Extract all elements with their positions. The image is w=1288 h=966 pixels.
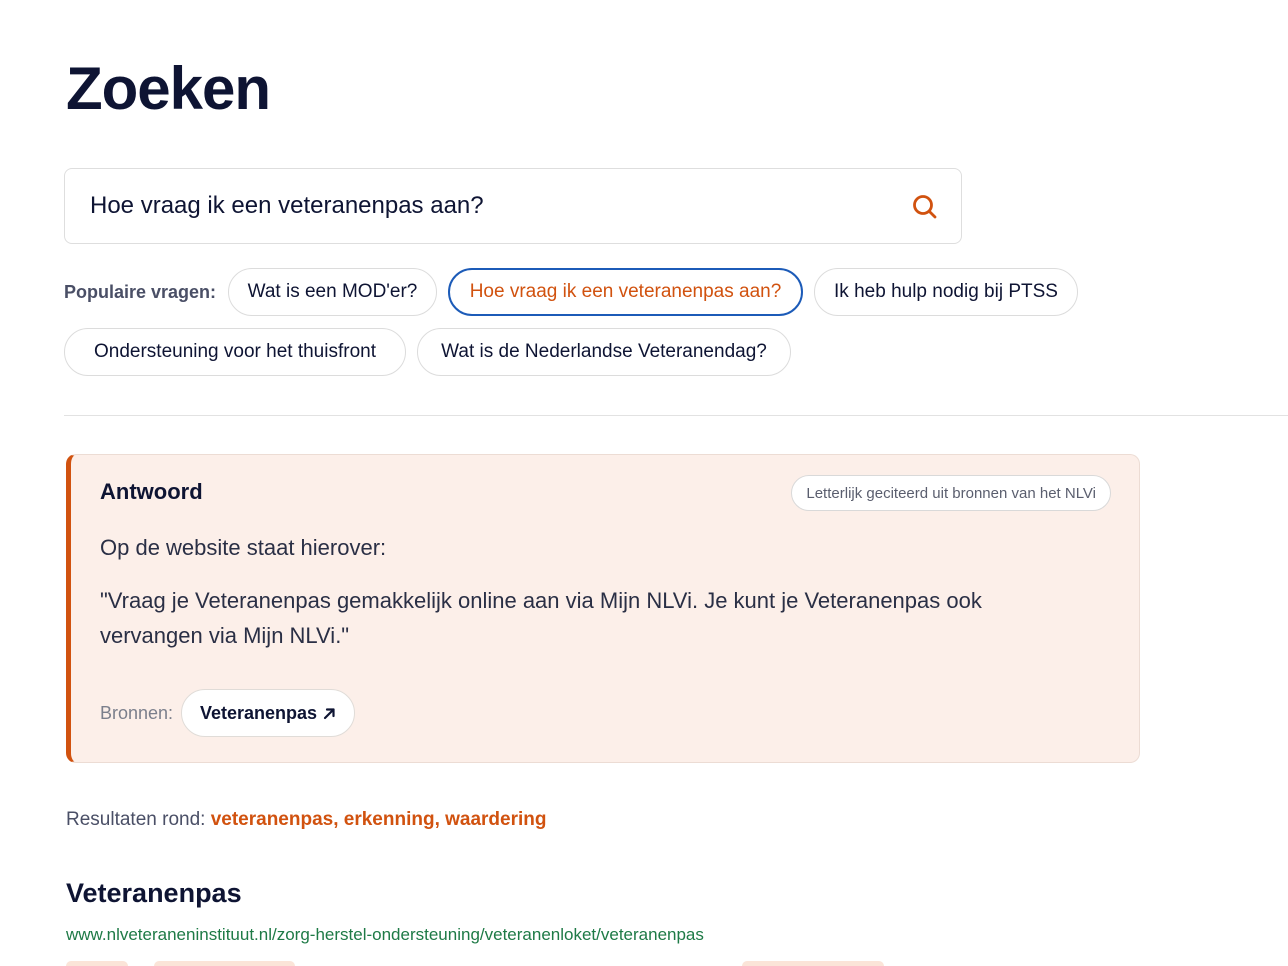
popular-question-chip[interactable]: Ondersteuning voor het thuisfront (64, 328, 406, 376)
popular-question-chip-active[interactable]: Hoe vraag ik een veteranenpas aan? (448, 268, 803, 316)
search-box (64, 168, 962, 244)
result-url[interactable]: www.nlveteraneninstituut.nl/zorg-herstel… (66, 925, 704, 945)
external-arrow-icon (323, 707, 335, 719)
popular-questions-label: Populaire vragen: (64, 282, 217, 302)
quote-source-badge: Letterlijk geciteerd uit bronnen van het… (791, 475, 1111, 511)
section-divider (64, 415, 1288, 416)
answer-card: Antwoord Letterlijk geciteerd uit bronne… (66, 454, 1140, 763)
result-tag (742, 961, 884, 966)
answer-intro: Op de website staat hierover: (100, 535, 387, 560)
answer-title: Antwoord (100, 479, 203, 504)
search-input[interactable] (90, 169, 870, 243)
search-page: Zoeken Populaire vragen: Wat is een MOD'… (0, 0, 1288, 966)
search-button[interactable] (909, 191, 941, 223)
source-link-label: Veteranenpas (200, 702, 318, 723)
search-icon (913, 195, 937, 219)
sources-label: Bronnen: (100, 703, 174, 723)
popular-question-chip[interactable]: Wat is een MOD'er? (228, 268, 437, 316)
result-tag (154, 961, 295, 966)
source-link-veteranenpas[interactable]: Veteranenpas (181, 689, 356, 737)
results-about: Resultaten rond: veteranenpas, erkenning… (66, 809, 547, 831)
page-title: Zoeken (66, 55, 271, 122)
results-about-label: Resultaten rond: (66, 809, 206, 830)
popular-question-chip[interactable]: Ik heb hulp nodig bij PTSS (814, 268, 1078, 316)
results-keywords: veteranenpas, erkenning, waardering (210, 809, 547, 830)
result-tag (66, 961, 128, 966)
result-title[interactable]: Veteranenpas (66, 878, 242, 909)
popular-question-chip[interactable]: Wat is de Nederlandse Veteranendag? (417, 328, 791, 376)
answer-quote: "Vraag je Veteranenpas gemakkelijk onlin… (100, 588, 982, 648)
